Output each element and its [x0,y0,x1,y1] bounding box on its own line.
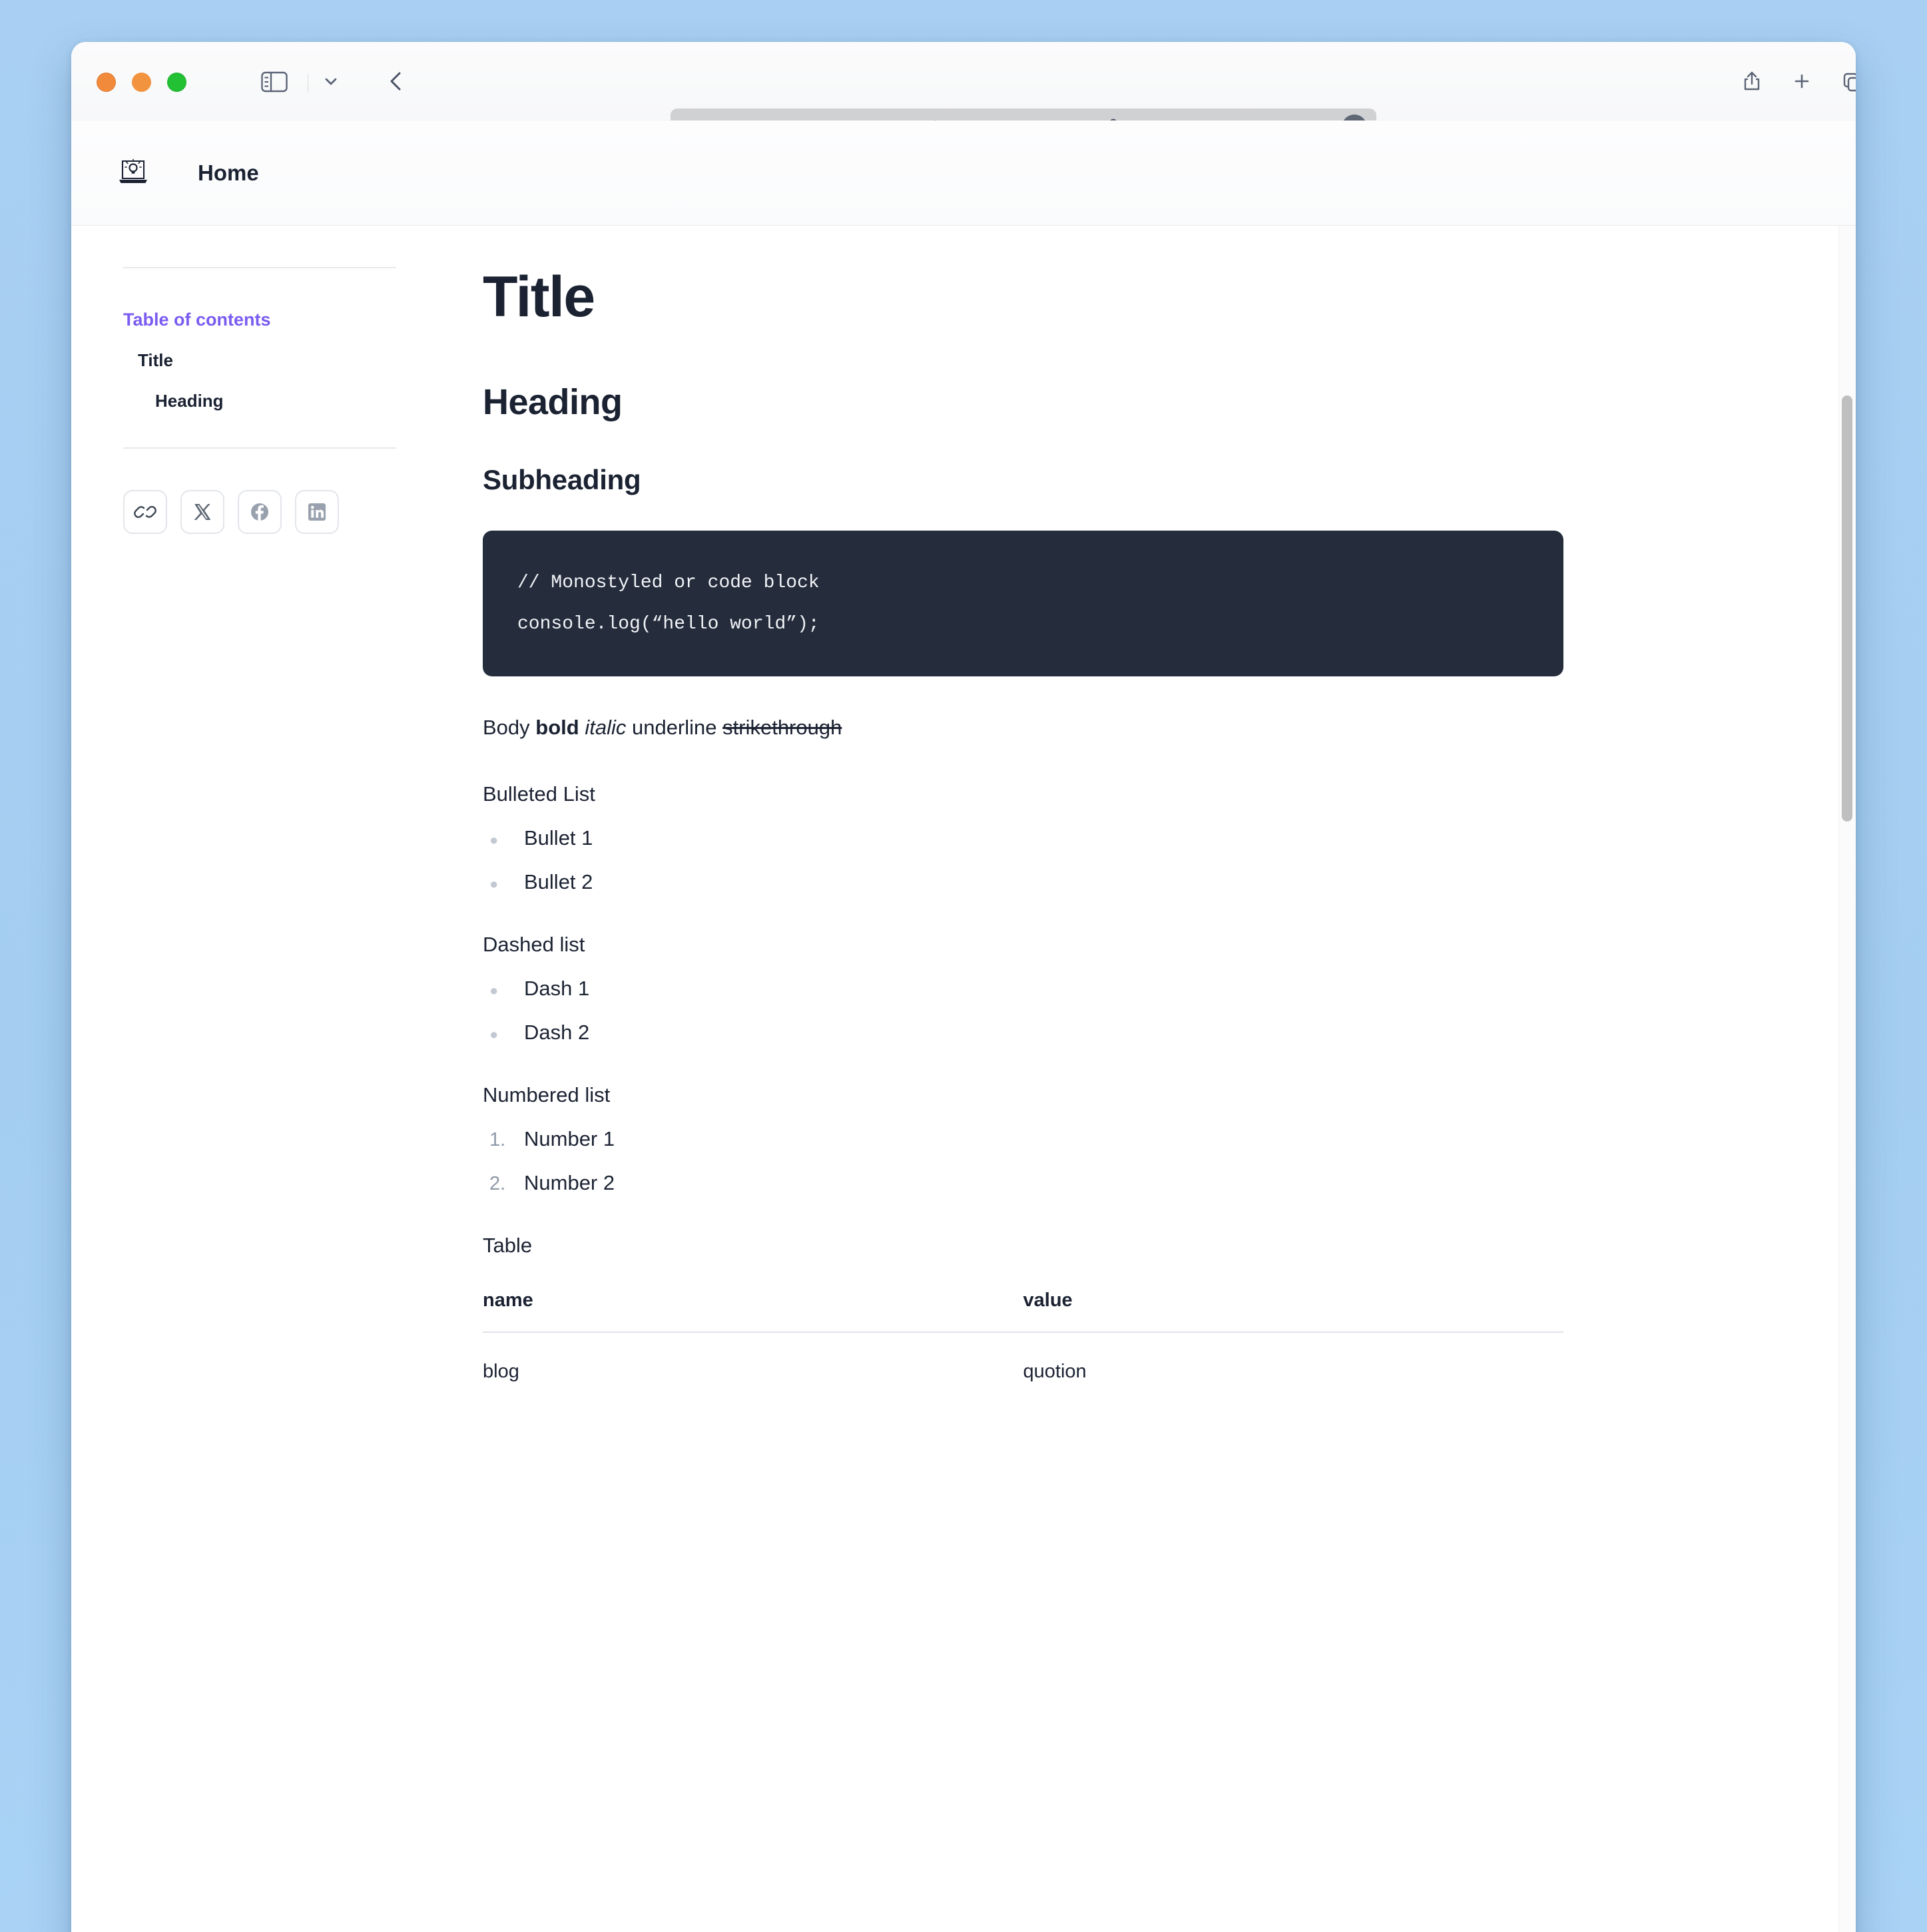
site-header: Home [71,121,1856,226]
bullet-icon: ● [489,875,499,892]
copy-link-button[interactable] [123,490,167,534]
laptop-lightbulb-logo[interactable] [117,156,150,190]
body-italic-text: italic [585,716,627,740]
close-window-button[interactable] [97,73,116,92]
share-facebook-button[interactable] [238,490,282,534]
toc-divider-bottom [123,447,396,449]
list-item: 2. Number 2 [483,1171,1796,1195]
bullet-icon: ● [489,981,499,999]
minimize-window-button[interactable] [132,73,151,92]
browser-window: devrsi0n.quotion.co [71,42,1856,1932]
body-strikethrough-text: strikethrough [722,716,842,740]
window-traffic-lights [97,73,186,92]
sidebar-icon[interactable] [261,71,288,96]
back-arrow-icon[interactable] [384,69,410,97]
code-block: // Monostyled or code block console.log(… [483,531,1563,677]
plus-icon[interactable] [1789,69,1814,97]
chevron-down-icon[interactable] [321,71,341,95]
list-item-label: Bullet 1 [524,826,593,849]
browser-toolbar: devrsi0n.quotion.co [71,42,1856,146]
bulleted-list: ● Bullet 1 ● Bullet 2 [483,826,1796,894]
share-linkedin-button[interactable] [295,490,339,534]
cell-value: quotion [1023,1360,1087,1382]
scrollbar-thumb[interactable] [1842,395,1852,822]
share-buttons [123,490,412,534]
list-item: 1. Number 1 [483,1127,1796,1151]
toc-link-heading[interactable]: Heading [155,391,412,411]
list-item-label: Dash 1 [524,976,590,1000]
bullet-icon: ● [489,1025,499,1043]
body-plain-text: Body [483,716,536,740]
list-item-label: Number 1 [524,1126,615,1150]
numbered-list: 1. Number 1 2. Number 2 [483,1127,1796,1195]
zoom-window-button[interactable] [167,73,186,92]
table-label: Table [483,1233,533,1257]
list-item: ● Dash 2 [483,1021,1796,1045]
bullet-icon: ● [489,831,499,848]
share-icon[interactable] [1739,69,1765,97]
share-x-button[interactable] [180,490,224,534]
toc-heading: Table of contents [123,310,271,330]
list-item-label: Dash 2 [524,1020,590,1044]
article-content: Title Heading Subheading // Monostyled o… [412,226,1856,1932]
toc-divider-top [123,267,396,268]
tab-overview-icon[interactable] [1839,69,1856,97]
bulleted-list-label: Bulleted List [483,782,595,806]
numbered-list-label: Numbered list [483,1083,611,1106]
table-header-row: name value [483,1289,1563,1333]
dashed-list-label: Dashed list [483,932,585,956]
cell-name: blog [483,1360,519,1382]
section-subheading: Subheading [483,464,641,496]
dashed-list: ● Dash 1 ● Dash 2 [483,977,1796,1045]
table-row: blog quotion [483,1332,1563,1383]
nav-home-link[interactable]: Home [198,160,259,186]
body-paragraph: Body bold italic underline strikethrough [483,712,1796,744]
list-item: ● Dash 1 [483,977,1796,1001]
list-item-label: Number 2 [524,1170,615,1194]
column-header-value: value [1023,1289,1563,1333]
scrollbar-track[interactable] [1838,226,1856,1932]
body-bold-text: bold [535,716,579,740]
list-item: ● Bullet 1 [483,826,1796,850]
toc-link-title[interactable]: Title [138,350,412,371]
page-title: Title [483,265,595,329]
code-line-statement: console.log(“hello world”); [517,613,820,634]
list-item-label: Bullet 2 [524,869,593,893]
body-underline-text: underline [631,716,717,740]
list-number: 2. [489,1172,506,1194]
list-number: 1. [489,1128,506,1150]
code-line-comment: // Monostyled or code block [517,573,820,594]
column-header-name: name [483,1289,1023,1333]
list-item: ● Bullet 2 [483,870,1796,894]
data-table: name value blog quotion [483,1289,1563,1383]
table-of-contents: Table of contents Title Heading [71,226,412,1932]
page-body: Table of contents Title Heading Title He… [71,226,1856,1932]
section-heading: Heading [483,382,623,423]
